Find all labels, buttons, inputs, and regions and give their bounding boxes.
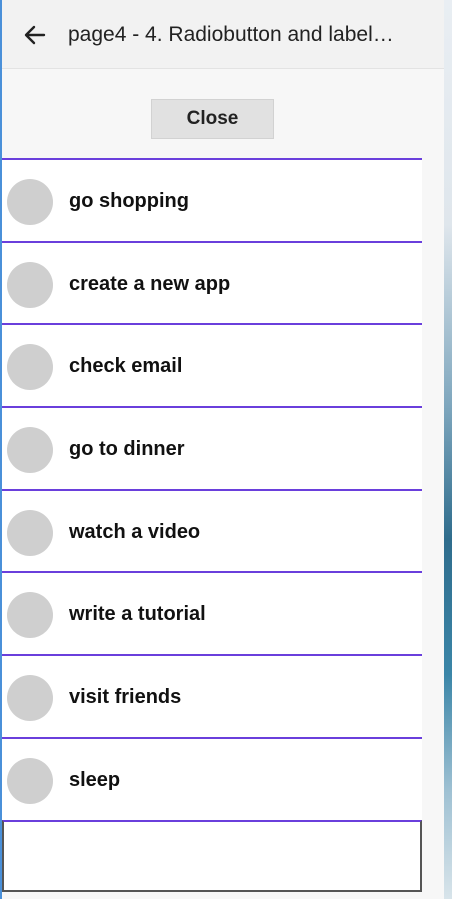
radio-label: write a tutorial	[69, 603, 206, 626]
radio-option[interactable]: go shopping	[2, 158, 422, 241]
radio-label: check email	[69, 355, 183, 378]
radio-option[interactable]: sleep	[2, 736, 422, 820]
radio-option[interactable]: go to dinner	[2, 406, 422, 489]
radio-circle[interactable]	[7, 757, 53, 804]
close-button[interactable]: Close	[151, 99, 274, 139]
radio-option[interactable]: watch a video	[2, 488, 422, 572]
radio-circle[interactable]	[7, 427, 53, 474]
radio-list: go shopping create a new app check email…	[2, 158, 422, 820]
radio-option[interactable]: check email	[2, 323, 422, 407]
radio-label: create a new app	[69, 272, 231, 295]
radio-option[interactable]: create a new app	[2, 240, 422, 324]
radio-label: sleep	[69, 768, 121, 791]
title-bar: page4 - 4. Radiobutton and label…	[2, 0, 444, 69]
radio-label: go shopping	[69, 190, 189, 212]
radio-circle[interactable]	[7, 592, 53, 639]
radio-label: visit friends	[69, 686, 182, 709]
radio-option[interactable]: visit friends	[2, 654, 422, 737]
radio-option[interactable]: write a tutorial	[2, 571, 422, 655]
radio-circle[interactable]	[7, 344, 53, 391]
text-entry-box[interactable]	[2, 820, 422, 892]
radio-label: watch a video	[69, 520, 201, 543]
radio-circle[interactable]	[7, 179, 53, 225]
arrow-left-icon[interactable]	[22, 22, 48, 48]
radio-label: go to dinner	[69, 438, 185, 461]
page-title: page4 - 4. Radiobutton and label…	[68, 23, 394, 46]
radio-circle[interactable]	[7, 261, 53, 308]
radio-circle[interactable]	[7, 675, 53, 722]
app-window: page4 - 4. Radiobutton and label… Close …	[0, 0, 444, 899]
radio-circle[interactable]	[7, 509, 53, 556]
desktop-background	[444, 0, 452, 899]
